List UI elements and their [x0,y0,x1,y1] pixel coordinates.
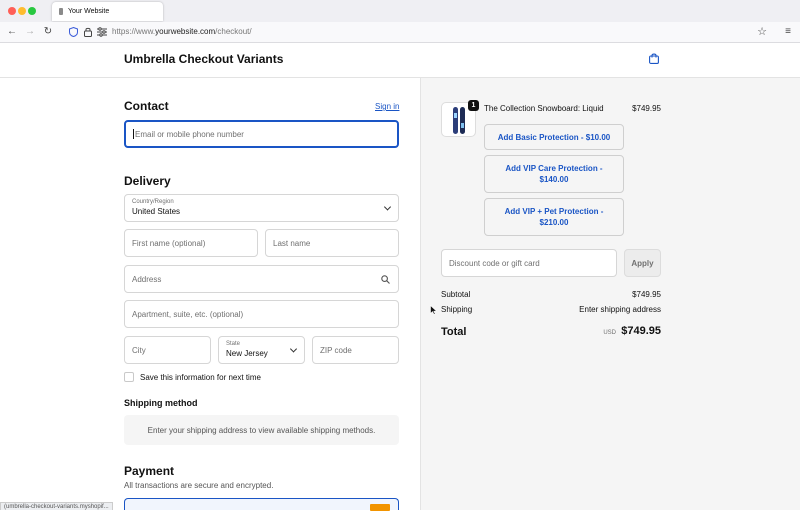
text-cursor [133,129,134,139]
url-prefix: https://www. [112,27,156,36]
tab-title: Your Website [68,8,110,15]
apartment-placeholder: Apartment, suite, etc. (optional) [132,309,244,319]
browser-tab-bar: Your Website [0,0,800,22]
subtotal-value: $749.95 [632,290,661,299]
maximize-window-button[interactable] [28,7,36,15]
subtotal-label: Subtotal [441,290,471,299]
payment-heading: Payment [124,464,175,478]
address-field[interactable]: Address [124,265,399,293]
favicon-icon [59,8,63,15]
reload-icon[interactable]: ↻ [42,25,54,39]
shield-icon[interactable] [69,27,78,37]
apply-discount-button[interactable]: Apply [624,249,661,277]
add-vip-care-protection-button[interactable]: Add VIP Care Protection - $140.00 [484,155,624,193]
search-icon [381,275,390,284]
city-placeholder: City [132,345,146,355]
discount-code-field[interactable]: Discount code or gift card [441,249,617,277]
add-vip-pet-protection-button[interactable]: Add VIP + Pet Protection - $210.00 [484,198,624,236]
url-host: yourwebsite.com [155,27,216,36]
chevron-down-icon [289,345,298,353]
email-field[interactable]: Email or mobile phone number [124,120,399,148]
store-header: Umbrella Checkout Variants [0,43,800,78]
first-name-placeholder: First name (optional) [132,238,206,248]
address-placeholder: Address [132,274,162,284]
total-currency: USD [603,330,616,336]
menu-icon[interactable]: ≡ [782,25,794,39]
status-bar-url: (umbrella-checkout-variants.myshopif... [0,502,113,510]
country-value: United States [132,207,181,216]
product-name: The Collection Snowboard: Liquid [484,104,604,113]
apartment-field[interactable]: Apartment, suite, etc. (optional) [124,300,399,328]
shopping-bag-icon[interactable] [649,53,659,64]
city-field[interactable]: City [124,336,211,364]
contact-heading: Contact [124,99,169,113]
save-info-checkbox[interactable] [124,372,134,382]
country-label: Country/Region [132,199,174,205]
address-bar[interactable]: https://www.yourwebsite.com/checkout/ [112,27,252,36]
shipping-value: Enter shipping address [579,305,661,314]
last-name-field[interactable]: Last name [265,229,399,257]
quantity-badge: 1 [468,100,479,111]
product-price: $749.95 [632,104,661,113]
browser-nav-bar: ← → ↻ https://www.yourwebsite.com/checko… [0,22,800,43]
close-window-button[interactable] [8,7,16,15]
shipping-label: Shipping [441,305,473,314]
payment-option[interactable] [124,498,399,511]
zip-field[interactable]: ZIP code [312,336,399,364]
state-label: State [226,341,241,347]
forward-arrow-icon[interactable]: → [24,25,36,39]
chevron-down-icon [383,203,392,211]
first-name-field[interactable]: First name (optional) [124,229,258,257]
mouse-cursor-icon [430,305,437,315]
minimize-window-button[interactable] [18,7,26,15]
total-value: $749.95 [621,325,661,337]
delivery-heading: Delivery [124,174,171,188]
discount-placeholder: Discount code or gift card [449,258,540,268]
lock-icon[interactable] [84,27,92,37]
state-select[interactable]: State New Jersey [218,336,305,364]
back-arrow-icon[interactable]: ← [6,25,18,39]
shipping-method-heading: Shipping method [124,398,198,408]
browser-tab[interactable]: Your Website [52,2,163,21]
bookmark-star-icon[interactable]: ☆ [756,25,768,39]
last-name-placeholder: Last name [273,238,311,248]
page-settings-icon[interactable] [97,27,107,37]
url-path: /checkout/ [215,27,252,36]
save-info-label: Save this information for next time [140,373,261,382]
shipping-method-message: Enter your shipping address to view avai… [124,415,399,445]
total-label: Total [441,326,467,338]
store-title[interactable]: Umbrella Checkout Variants [124,52,283,66]
payment-subtext: All transactions are secure and encrypte… [124,481,274,490]
email-placeholder: Email or mobile phone number [135,129,244,139]
zip-placeholder: ZIP code [320,345,352,355]
add-basic-protection-button[interactable]: Add Basic Protection - $10.00 [484,124,624,150]
state-value: New Jersey [226,349,268,358]
sign-in-link[interactable]: Sign in [375,102,399,111]
country-select[interactable]: Country/Region United States [124,194,399,222]
